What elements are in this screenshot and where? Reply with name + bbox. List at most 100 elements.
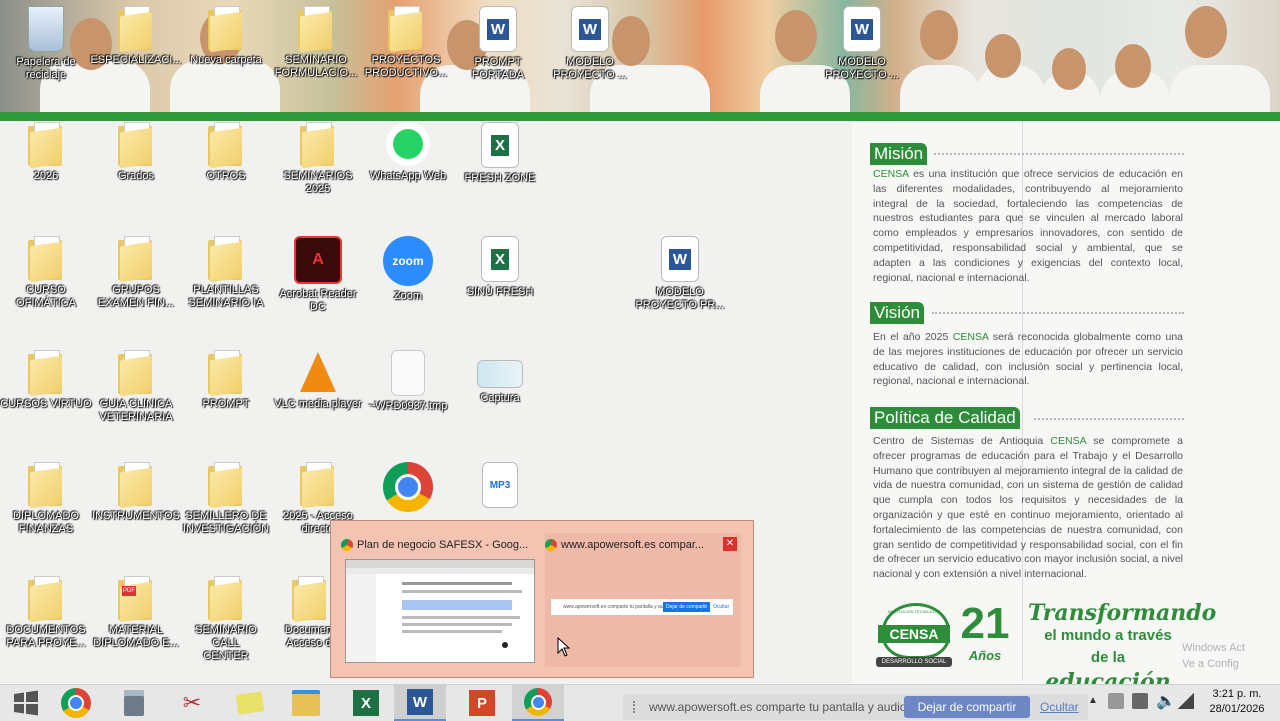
desktop-icon[interactable]: DOCUMENTOS PARA PROYE... (0, 576, 92, 650)
desktop-icon[interactable]: ESPECIALIZACI... (90, 6, 182, 67)
desktop-icon[interactable]: Papelera de reciclaje (0, 6, 92, 82)
desktop-icon[interactable]: INSTRUMENTOS (90, 462, 182, 523)
thumbnail-google-docs[interactable]: Plan de negocio SAFESX - Goog... (341, 533, 537, 667)
desktop-icon[interactable]: MP3 (454, 462, 546, 512)
desktop-icon[interactable]: W PROMPT PORTADA (452, 6, 544, 82)
desktop-icon[interactable]: SEMINARIO CALL CENTER (180, 576, 272, 663)
stop-sharing-button[interactable]: Dejar de compartir (904, 696, 1030, 718)
folder-icon (298, 6, 334, 53)
taskbar-chrome[interactable] (50, 685, 102, 721)
desktop-icon[interactable]: SEMILLERO DE INVESTIGACIÓN (180, 462, 272, 536)
desktop-icon[interactable]: PLANTILLAS SEMINARIO IA (180, 236, 272, 310)
taskbar-excel[interactable]: X (340, 685, 392, 721)
desktop-icon-label: SEMINARIOS 2025 (283, 170, 353, 195)
tray-icon-app[interactable] (1132, 693, 1148, 709)
mision-title: Misión (870, 143, 928, 165)
scissors-icon: ✂ (182, 690, 202, 715)
desktop-icon[interactable]: W MODELO PROYECTO ... (816, 6, 908, 82)
folder-icon (292, 690, 320, 716)
desktop-icon[interactable]: ~WRD0937.tmp (362, 350, 454, 413)
logo-top-text: INSTITUCIÓN TÉCNICA LABORAL (888, 609, 940, 614)
image-icon (477, 360, 523, 388)
desktop-icon[interactable]: PROMPT (180, 350, 272, 411)
desktop-icon[interactable]: W MODELO PROYECTO ... (544, 6, 636, 82)
folder-icon (28, 576, 64, 623)
desktop-icon[interactable]: GRUPOS EXAMEN FIN... (90, 236, 182, 310)
preview-hide-link: Ocultar (713, 604, 730, 610)
calculator-icon (124, 690, 144, 716)
desktop-icon[interactable]: Grados (90, 122, 182, 183)
vision-title: Visión (870, 302, 924, 324)
desktop-icon[interactable]: GUIA CLINICA VETERINARIA (90, 350, 182, 424)
word-icon: W (843, 6, 881, 52)
start-button[interactable] (0, 685, 52, 721)
desktop-icon-label: CURSOS VIRTUO (0, 398, 92, 410)
desktop-icon[interactable]: OTROS (180, 122, 272, 183)
clock[interactable]: 3:21 p. m. 28/01/2026 (1200, 687, 1274, 717)
taskbar-chrome-active[interactable] (512, 685, 564, 721)
thumbnail-apowersoft[interactable]: www.apowersoft.es compar... ✕ www.apower… (545, 533, 741, 667)
taskbar-snipping-tool[interactable]: ✂ (166, 685, 218, 721)
mision-text: CENSA es una institución que ofrece serv… (873, 167, 1183, 285)
excel-icon: X (353, 690, 379, 716)
share-bar-text: www.apowersoft.es comparte tu pantalla y… (649, 700, 910, 714)
desktop-icon-label: DIPLOMADO FINANZAS (12, 510, 79, 535)
desktop-icon[interactable]: 2026 (0, 122, 92, 183)
windows-icon (14, 690, 38, 716)
years-badge: 21 Años (958, 600, 1012, 670)
taskbar-powerpoint[interactable]: P (456, 685, 508, 721)
vision-pre: En el año 2025 (873, 331, 953, 343)
hide-share-bar-link[interactable]: Ocultar (1040, 700, 1079, 714)
excel-icon: X (481, 122, 519, 168)
taskbar-sticky-notes[interactable] (224, 685, 276, 721)
desktop-icon-label: Grados (117, 170, 155, 182)
clock-time: 3:21 p. m. (1212, 688, 1262, 700)
desktop-icon[interactable]: Captura (454, 350, 546, 405)
folder-icon (300, 462, 336, 509)
desktop-icon[interactable]: VLC media player (272, 350, 364, 411)
desktop-icon[interactable]: CURSOS VIRTUO (0, 350, 92, 411)
network-icon[interactable] (1178, 693, 1194, 709)
taskbar-file-explorer[interactable] (280, 685, 332, 721)
chrome-icon (341, 539, 353, 551)
desktop-icon[interactable] (362, 462, 454, 516)
brand-name: CENSA (1050, 435, 1087, 447)
desktop-icon[interactable]: X FRESH ZONE (454, 122, 546, 185)
desktop-icon[interactable]: SEMINARIO FORMULACIO... (270, 6, 362, 80)
volume-icon[interactable]: 🔈 (1156, 691, 1176, 711)
folder-icon (118, 462, 154, 509)
desktop-icon-label: GUIA CLINICA VETERINARIA (99, 398, 173, 423)
desktop-icon[interactable]: W MODELO PROYECTO PR... (634, 236, 726, 312)
desktop-icon-label: MODELO PROYECTO ... (825, 56, 899, 81)
folder-icon (208, 236, 244, 283)
folder-icon (292, 576, 328, 623)
acrobat-icon: A (294, 236, 342, 284)
desktop-icon[interactable]: SEMINARIOS 2025 (272, 122, 364, 196)
tray-icon-flag[interactable] (1108, 693, 1124, 709)
desktop-icon-label: MODELO PROYECTO ... (553, 56, 627, 81)
desktop-icon-label: DOCUMENTOS PARA PROYE... (6, 624, 86, 649)
desktop-icon[interactable]: WhatsApp Web (362, 122, 454, 183)
desktop-icon[interactable]: X SINÚ FRESH (454, 236, 546, 299)
desktop-icon-label: WhatsApp Web (369, 170, 447, 182)
desktop-icon[interactable]: PDF MATERIAL DIPLOMADO E... (90, 576, 182, 650)
desktop-icon[interactable]: A Acrobat Reader DC (272, 236, 364, 314)
desktop-icon[interactable]: DIPLOMADO FINANZAS (0, 462, 92, 536)
desktop-icon[interactable]: CURSO OFIMÁTICA (0, 236, 92, 310)
desktop-icon-label: ~WRD0937.tmp (368, 400, 448, 412)
calidad-text: Centro de Sistemas de Antioquia CENSA se… (873, 434, 1183, 582)
taskbar-calculator[interactable] (108, 685, 160, 721)
drag-handle-icon[interactable] (633, 701, 637, 713)
chrome-icon (545, 539, 557, 551)
desktop-icon-label: PLANTILLAS SEMINARIO IA (188, 284, 264, 309)
desktop-icon-label: CURSO OFIMÁTICA (16, 284, 76, 309)
close-icon[interactable]: ✕ (723, 537, 737, 551)
desktop-icon[interactable]: zoom Zoom (362, 236, 454, 303)
tray-chevron-icon[interactable]: ▲ (1088, 695, 1098, 706)
taskbar-word[interactable]: W (394, 685, 446, 721)
mision-body: es una institución que ofrece servicios … (873, 168, 1183, 284)
file-icon (391, 350, 425, 396)
folder-icon (388, 6, 424, 53)
desktop-icon[interactable]: Nueva carpeta (180, 6, 272, 67)
desktop-icon[interactable]: PROYECTOS PRODUCTIVO... (360, 6, 452, 80)
